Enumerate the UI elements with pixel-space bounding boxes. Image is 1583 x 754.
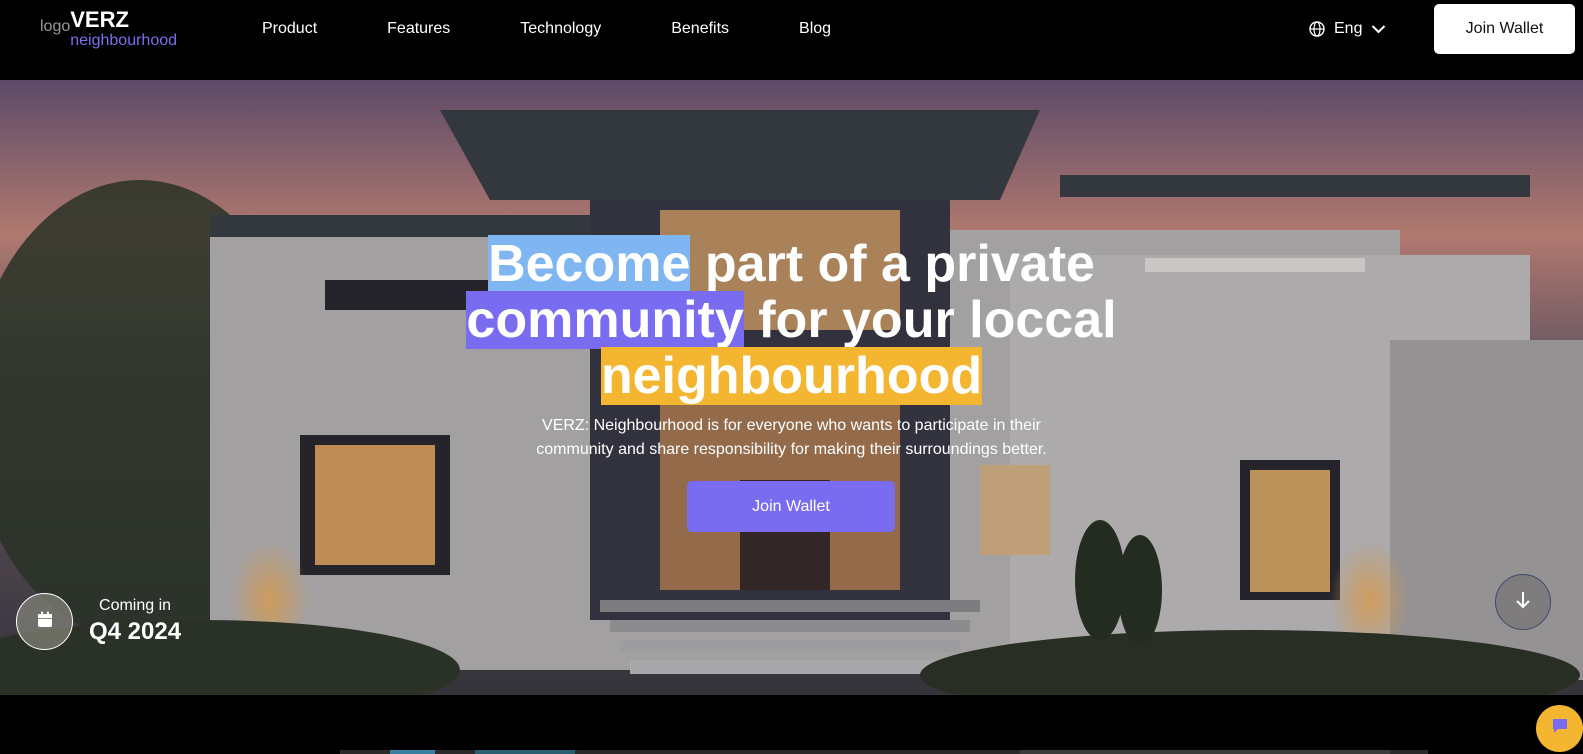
headline-highlight-become: Become [488,235,691,293]
hero-subtitle-line-2: community and share responsibility for m… [536,441,1047,458]
globe-icon [1309,21,1325,37]
chat-icon [1551,717,1569,740]
scroll-down-button[interactable] [1495,574,1551,630]
calendar-icon [37,611,53,633]
brand-logo[interactable]: logo VERZ neighbourhood [40,6,177,49]
hero-headline: Become part of a private community for y… [0,235,1583,405]
logo-image-placeholder: logo [40,18,71,35]
join-wallet-hero-button[interactable]: Join Wallet [687,481,895,532]
hero-subtitle-line-1: VERZ: Neighbourhood is for everyone who … [542,417,1041,434]
brand-text: VERZ neighbourhood [70,6,177,49]
headline-highlight-neighbourhood: neighbourhood [600,347,983,405]
headline-text-2: for your loccal [743,291,1117,349]
arrow-down-icon [1515,591,1531,614]
nav-item-benefits[interactable]: Benefits [671,20,729,38]
brand-title: VERZ [70,7,129,32]
nav-item-features[interactable]: Features [387,20,450,38]
headline-highlight-community: community [466,291,744,349]
chat-widget-button[interactable] [1536,705,1583,752]
top-navbar: logo VERZ neighbourhood Product Features… [0,0,1583,80]
join-wallet-nav-button[interactable]: Join Wallet [1434,4,1575,54]
coming-date: Q4 2024 [89,618,182,645]
nav-item-blog[interactable]: Blog [799,20,831,38]
nav-item-technology[interactable]: Technology [520,20,601,38]
nav-item-product[interactable]: Product [262,20,317,38]
hero-subtitle: VERZ: Neighbourhood is for everyone who … [0,414,1583,462]
coming-text: Coming in Q4 2024 [89,597,181,646]
language-selector[interactable]: Eng [1309,20,1386,38]
main-nav: Product Features Technology Benefits Blo… [262,20,831,38]
coming-soon-badge: Coming in Q4 2024 [16,593,181,650]
next-section-preview [340,750,1428,754]
calendar-icon-circle [16,593,73,650]
headline-text-1: part of a private [690,235,1095,293]
coming-label: Coming in [99,597,172,614]
language-label: Eng [1334,20,1363,37]
brand-subtitle: neighbourhood [70,32,178,49]
chevron-down-icon [1371,24,1386,34]
